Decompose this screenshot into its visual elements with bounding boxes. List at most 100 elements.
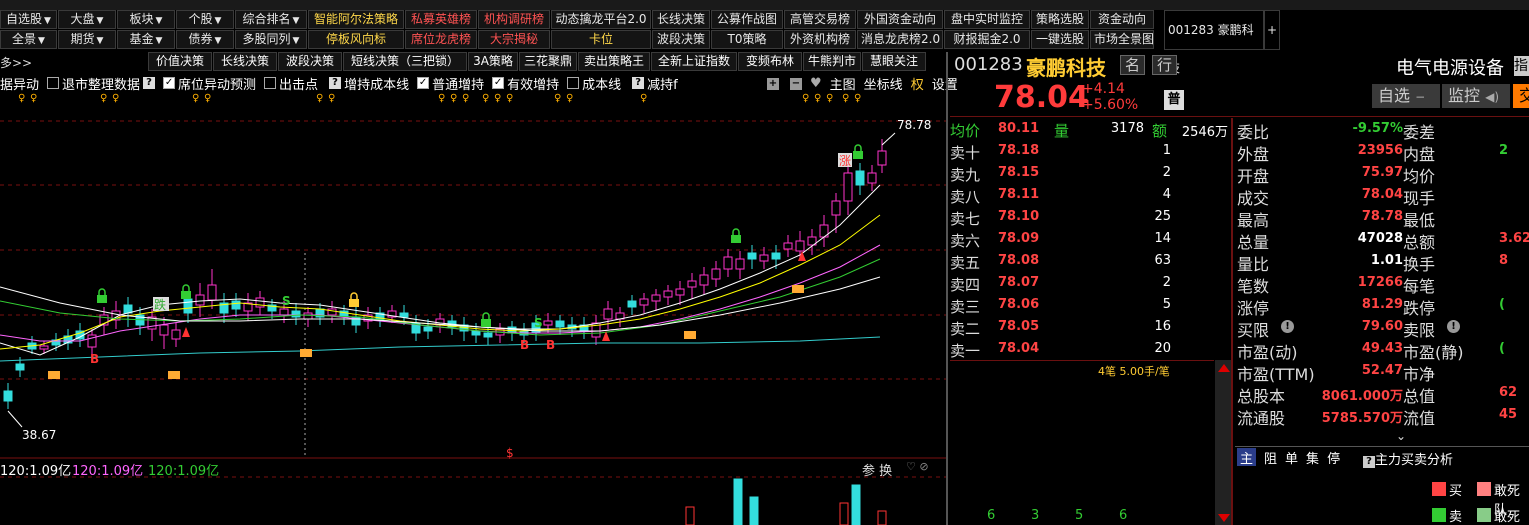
strategy-button[interactable]: 3A策略 xyxy=(468,52,518,71)
stock-tab[interactable]: 001283 豪鹏科技 xyxy=(1164,10,1264,75)
plus-icon[interactable]: + xyxy=(767,77,779,90)
add-tab-button[interactable]: + xyxy=(1264,10,1280,50)
option-checkbox[interactable] xyxy=(47,77,60,89)
toolbar-button[interactable]: 卡位 xyxy=(551,30,651,49)
strategy-button[interactable]: 短线决策（三把锁） xyxy=(343,52,467,71)
strategy-button[interactable]: 全新上证指数 xyxy=(651,52,737,71)
toolbar-button[interactable]: 策略选股 xyxy=(1031,10,1089,29)
toolbar-button[interactable]: 综合排名 ▼ xyxy=(235,10,307,29)
monitor-button[interactable]: 监控 ◀) xyxy=(1442,84,1510,108)
analysis-tab[interactable]: 主 xyxy=(1237,448,1257,467)
toolbar-button[interactable]: 盘中实时监控 xyxy=(944,10,1030,29)
toolbar-button[interactable]: 资金动向 xyxy=(1090,10,1154,29)
expand-icon[interactable]: ⌄ xyxy=(1396,429,1406,443)
indicator-option[interactable]: 据异动 xyxy=(0,74,39,93)
strategy-button[interactable]: 长线决策 xyxy=(213,52,277,71)
analysis-tab[interactable]: 单 xyxy=(1285,448,1298,467)
volume-panel-icons[interactable]: ♡ ⊘ xyxy=(906,460,929,473)
toolbar-button[interactable]: 个股 ▼ xyxy=(176,10,234,29)
indicator-option[interactable]: 成本线 xyxy=(567,74,621,93)
toolbar-button[interactable]: 大宗揭秘 xyxy=(478,30,550,49)
trade-button[interactable]: 交 xyxy=(1513,84,1529,108)
info-icon[interactable]: ! xyxy=(1447,320,1460,333)
main-chart-button[interactable]: 主图 xyxy=(830,74,856,93)
toolbar-button[interactable]: 多股同列 ▼ xyxy=(235,30,307,49)
heart-icon[interactable]: ♥ xyxy=(810,76,822,91)
info-icon[interactable]: ! xyxy=(1281,320,1294,333)
ask-level-row[interactable]: 卖十 78.18 1 xyxy=(950,140,1231,162)
indicator-option[interactable]: ✓ 席位异动预测 xyxy=(163,74,256,93)
indicator-option[interactable]: ? 减持f xyxy=(629,74,678,93)
analysis-tab[interactable]: 阻 xyxy=(1264,448,1277,467)
indicator-option[interactable]: ✓ 有效增持 xyxy=(492,74,559,93)
toolbar-button[interactable]: 财报掘金2.0 xyxy=(944,30,1030,49)
rights-button[interactable]: 权 xyxy=(911,74,924,93)
indicator-option[interactable]: ? 增持成本线 xyxy=(326,74,409,93)
axis-line-button[interactable]: 坐标线 xyxy=(864,74,903,93)
option-checkbox[interactable] xyxy=(264,77,277,89)
toolbar-button[interactable]: 一键选股 xyxy=(1031,30,1089,49)
strategy-button[interactable]: 变频布林 xyxy=(738,52,802,71)
toolbar-button[interactable]: 全景 ▼ xyxy=(0,30,57,49)
option-checkbox[interactable]: ✓ xyxy=(492,77,505,89)
strategy-button[interactable]: 慧眼关注 xyxy=(862,52,926,71)
industry-tag[interactable]: 行 xyxy=(1152,55,1178,75)
indicator-option[interactable]: 退市整理数据? xyxy=(47,74,156,93)
toolbar-button[interactable]: 长线决策 xyxy=(652,10,710,29)
toolbar-button[interactable]: 自选股 ▼ xyxy=(0,10,57,29)
main-force-tab[interactable]: ? 主力买卖分析 xyxy=(1360,449,1453,468)
toolbar-button[interactable]: 基金 ▼ xyxy=(117,30,175,49)
add-watchlist-button[interactable]: 自选 − xyxy=(1372,84,1440,108)
toolbar-button[interactable]: 市场全景图 xyxy=(1090,30,1154,49)
scroll-down-icon[interactable] xyxy=(1218,514,1230,522)
volume-panel-controls[interactable]: 参 换 xyxy=(862,460,892,479)
indicator-option[interactable]: ✓ 普通增持 xyxy=(417,74,484,93)
toolbar-button[interactable]: 动态擒龙平台2.0 xyxy=(551,10,651,29)
toolbar-button[interactable]: 智能阿尔法策略 xyxy=(308,10,404,29)
strategy-button[interactable]: 价值决策 xyxy=(148,52,212,71)
minus-icon[interactable]: − xyxy=(790,77,802,90)
strategy-button[interactable]: 牛熊判市 xyxy=(803,52,861,71)
ask-level-row[interactable]: 卖四 78.07 2 xyxy=(950,272,1231,294)
toolbar-button[interactable]: 波段决策 xyxy=(652,30,710,49)
toolbar-button[interactable]: 席位龙虎榜 xyxy=(405,30,477,49)
toolbar-button[interactable]: 消息龙虎榜2.0 xyxy=(857,30,943,49)
toolbar-button[interactable]: 公募作战图 xyxy=(711,10,783,29)
analysis-tab[interactable]: 集 xyxy=(1306,448,1319,467)
analysis-tab[interactable]: 停 xyxy=(1327,448,1340,467)
name-tag[interactable]: 名 xyxy=(1120,55,1146,75)
ask-level-row[interactable]: 卖一 78.04 20 xyxy=(950,338,1231,360)
strategy-button[interactable]: 波段决策 xyxy=(278,52,342,71)
toolbar-button[interactable]: 外资机构榜 xyxy=(784,30,856,49)
option-checkbox[interactable]: ✓ xyxy=(163,77,176,89)
toolbar-button[interactable]: 机构调研榜 xyxy=(478,10,550,29)
option-checkbox[interactable] xyxy=(567,77,580,89)
indicator-option[interactable]: 出击点 xyxy=(264,74,318,93)
toolbar-button[interactable]: 大盘 ▼ xyxy=(58,10,116,29)
toolbar-button[interactable]: 外国资金动向 xyxy=(857,10,943,29)
strategy-button[interactable]: 卖出策略王 xyxy=(578,52,650,71)
strategy-button[interactable]: 三花聚鼎 xyxy=(519,52,577,71)
scroll-up-icon[interactable] xyxy=(1218,364,1230,372)
ask-level-row[interactable]: 卖九 78.15 2 xyxy=(950,162,1231,184)
tick-scrollbar[interactable] xyxy=(1215,360,1231,525)
toolbar-button[interactable]: T0策略 xyxy=(711,30,783,49)
toolbar-button[interactable]: 高管交易榜 xyxy=(784,10,856,29)
option-checkbox[interactable]: ✓ xyxy=(417,77,430,89)
toolbar-button[interactable]: 板块 ▼ xyxy=(117,10,175,29)
chart-left-toggle[interactable]: 多>> xyxy=(0,54,32,71)
help-icon[interactable]: ? xyxy=(329,77,342,89)
ask-level-row[interactable]: 卖七 78.10 25 xyxy=(950,206,1231,228)
ask-level-row[interactable]: 卖二 78.05 16 xyxy=(950,316,1231,338)
toolbar-button[interactable]: 债券 ▼ xyxy=(176,30,234,49)
help-icon[interactable]: ? xyxy=(143,77,156,89)
toolbar-button[interactable]: 停板风向标 xyxy=(308,30,404,49)
help-icon[interactable]: ? xyxy=(632,77,645,89)
ask-level-row[interactable]: 卖六 78.09 14 xyxy=(950,228,1231,250)
ask-level-row[interactable]: 卖三 78.06 5 xyxy=(950,294,1231,316)
toolbar-button[interactable]: 期货 ▼ xyxy=(58,30,116,49)
toolbar-button[interactable]: 私募英雄榜 xyxy=(405,10,477,29)
industry-menu-icon[interactable]: 指 xyxy=(1514,56,1529,76)
ask-level-row[interactable]: 卖八 78.11 4 xyxy=(950,184,1231,206)
ask-level-row[interactable]: 卖五 78.08 63 xyxy=(950,250,1231,272)
